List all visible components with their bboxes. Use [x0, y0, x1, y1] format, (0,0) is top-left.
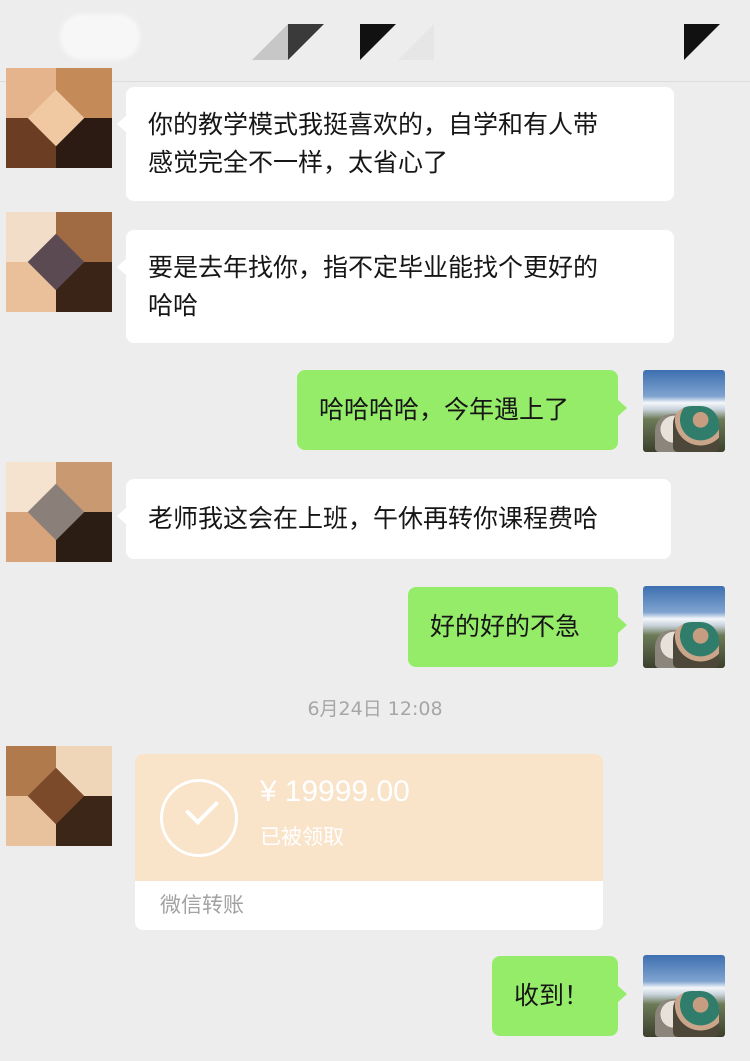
transfer-amount-value: 19999.00	[284, 775, 410, 808]
outgoing-message[interactable]: 哈哈哈哈，今年遇上了	[297, 370, 627, 450]
contact-avatar[interactable]	[6, 462, 112, 562]
obscured-status-block	[252, 24, 288, 60]
outgoing-message[interactable]: 收到！	[492, 956, 627, 1036]
contact-avatar[interactable]	[6, 212, 112, 312]
contact-avatar[interactable]	[6, 68, 112, 168]
currency-symbol: ¥	[260, 775, 277, 808]
transfer-status: 已被领取	[260, 825, 344, 849]
transfer-amount: ¥19999.00	[260, 772, 410, 812]
incoming-message[interactable]: 要是去年找你，指不定毕业能找个更好的 哈哈	[117, 230, 674, 343]
incoming-message[interactable]: 你的教学模式我挺喜欢的，自学和有人带 感觉完全不一样，太省心了	[117, 87, 674, 201]
obscured-status-block	[360, 24, 396, 60]
message-text: 哈哈哈哈，今年遇上了	[319, 395, 570, 424]
obscured-status-block	[288, 24, 324, 60]
message-text: 好的好的不急	[430, 612, 581, 641]
obscured-status-block	[398, 24, 434, 60]
message-text: 收到！	[514, 981, 590, 1010]
contact-avatar[interactable]	[6, 746, 112, 846]
incoming-message[interactable]: 老师我这会在上班，午休再转你课程费哈	[117, 479, 671, 559]
obscured-status-block	[684, 24, 720, 60]
my-avatar[interactable]	[643, 586, 725, 668]
message-text: 你的教学模式我挺喜欢的，自学和有人带 感觉完全不一样，太省心了	[148, 110, 599, 177]
message-text: 要是去年找你，指不定毕业能找个更好的 哈哈	[148, 253, 599, 320]
message-timestamp: 6月24日 12:08	[307, 698, 443, 720]
transfer-card-header: ¥19999.00 已被领取	[135, 754, 603, 881]
obscured-status-left	[60, 14, 140, 60]
transfer-label: 微信转账	[160, 893, 244, 917]
outgoing-message[interactable]: 好的好的不急	[408, 587, 627, 667]
message-text: 老师我这会在上班，午休再转你课程费哈	[148, 504, 599, 533]
my-avatar[interactable]	[643, 370, 725, 452]
status-bar	[0, 0, 750, 82]
my-avatar[interactable]	[643, 955, 725, 1037]
check-circle-icon	[160, 779, 238, 857]
transfer-card[interactable]: ¥19999.00 已被领取 微信转账	[135, 754, 603, 930]
